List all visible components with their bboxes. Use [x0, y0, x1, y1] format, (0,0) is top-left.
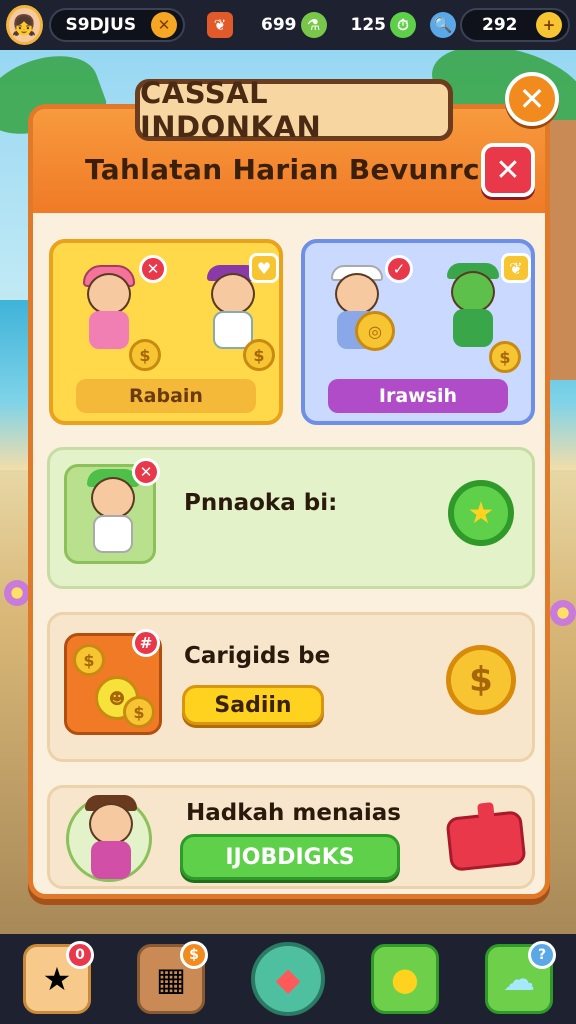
coin-icon: $: [129, 339, 161, 371]
close-icon: ✕: [518, 80, 546, 118]
blob-icon: ●: [391, 960, 419, 998]
nav-play-button[interactable]: ◆: [251, 942, 325, 1016]
resource-2: 125 ⏱: [350, 12, 416, 38]
reward-row-title: Carigids be: [184, 643, 331, 669]
close-icon[interactable]: ✕: [151, 12, 177, 38]
clock-icon: ⏱: [390, 12, 416, 38]
reward-row-3[interactable]: Hadkah menaias IJOBDIGKS: [47, 785, 535, 889]
close-icon[interactable]: ✕: [139, 255, 167, 283]
claim-button[interactable]: Sadiin: [182, 685, 324, 725]
check-badge-icon: ✓: [385, 255, 413, 283]
potion-icon: ⚗: [300, 12, 327, 38]
nav-pet-button[interactable]: ☁ ?: [485, 941, 556, 1014]
player-name-pill: S9DJUS ✕: [48, 8, 185, 42]
close-icon[interactable]: ✕: [132, 458, 160, 486]
reward-card-yellow[interactable]: $ $ ✕ ♥ Rabain: [49, 239, 283, 425]
nav-blob-button[interactable]: ●: [371, 944, 439, 1014]
plus-icon[interactable]: +: [536, 12, 562, 38]
plus-badge-icon: #: [132, 629, 160, 657]
resource-3-pill: 292 +: [460, 8, 570, 42]
coin-icon: $: [489, 341, 521, 373]
player-avatar[interactable]: 👧: [6, 5, 43, 45]
heart-badge-icon: ♥: [249, 253, 279, 283]
panel-header: CASSAL INDONKAN Tahlatan Harian Bevunrca…: [33, 76, 545, 213]
resource-3: 🔍 292 +: [430, 8, 570, 42]
reward-card-label: Irawsih: [328, 379, 508, 413]
bottom-navigation-bar: ★ 0 ▦ $ ◆ ● ☁ ?: [0, 934, 576, 1024]
panel-title: CASSAL INDONKAN: [135, 76, 453, 144]
chest-icon: ▦: [155, 960, 187, 998]
top-status-bar: 👧 S9DJUS ✕ ❦ 699 ⚗ 125 ⏱ 🔍 292 +: [0, 0, 576, 50]
resource-1: ❦ 699 ⚗: [207, 12, 327, 38]
drum-coin-icon: ◎: [355, 311, 395, 351]
nav-star-button[interactable]: ★ 0: [23, 941, 94, 1014]
reward-row-title: Hadkah menaias: [186, 800, 401, 826]
reward-card-blue[interactable]: ◎ $ ✓ ❦ Irawsih: [301, 239, 535, 425]
notification-badge: ?: [528, 941, 556, 969]
resource-3-value: 292: [482, 15, 518, 35]
pet-icon: ☁: [503, 960, 535, 998]
reward-row-1[interactable]: ✕ Pnnaoka bi: ★: [47, 447, 535, 589]
boy-portrait: [66, 795, 152, 882]
kite-icon: ◆: [275, 960, 301, 998]
leaf-badge-icon: ❦: [501, 253, 531, 283]
reward-card-label: Rabain: [76, 379, 256, 413]
coin-icon: $: [446, 645, 516, 715]
star-icon: ★: [42, 960, 72, 998]
magnifier-icon: 🔍: [430, 12, 456, 38]
resource-2-value: 125: [350, 15, 387, 35]
notification-badge: 0: [66, 941, 94, 969]
gift-box-icon: [445, 802, 527, 872]
claim-button[interactable]: IJOBDIGKS: [180, 834, 400, 880]
reward-row-2[interactable]: $ ☻ $ # Carigids be Sadiin $: [47, 612, 535, 762]
close-icon: ✕: [495, 152, 521, 188]
nav-chest-button[interactable]: ▦ $: [137, 941, 208, 1014]
panel-subtitle: Tahlatan Harian Bevunrcas: [85, 153, 516, 186]
flower-decoration: [4, 580, 30, 606]
character-girl: [79, 265, 137, 363]
daily-rewards-panel: CASSAL INDONKAN Tahlatan Harian Bevunrca…: [28, 76, 550, 899]
close-button[interactable]: ✕: [481, 143, 535, 197]
reward-row-title: Pnnaoka bi:: [184, 490, 338, 516]
player-name: S9DJUS: [65, 15, 137, 35]
coin-badge-icon: $: [180, 941, 208, 969]
leaf-icon: ❦: [207, 12, 233, 38]
star-badge-icon[interactable]: ★: [448, 480, 514, 546]
close-window-button[interactable]: ✕: [505, 72, 559, 126]
resource-1-value: 699: [261, 15, 297, 35]
coin-icon: $: [243, 339, 275, 371]
flower-decoration: [550, 600, 576, 626]
